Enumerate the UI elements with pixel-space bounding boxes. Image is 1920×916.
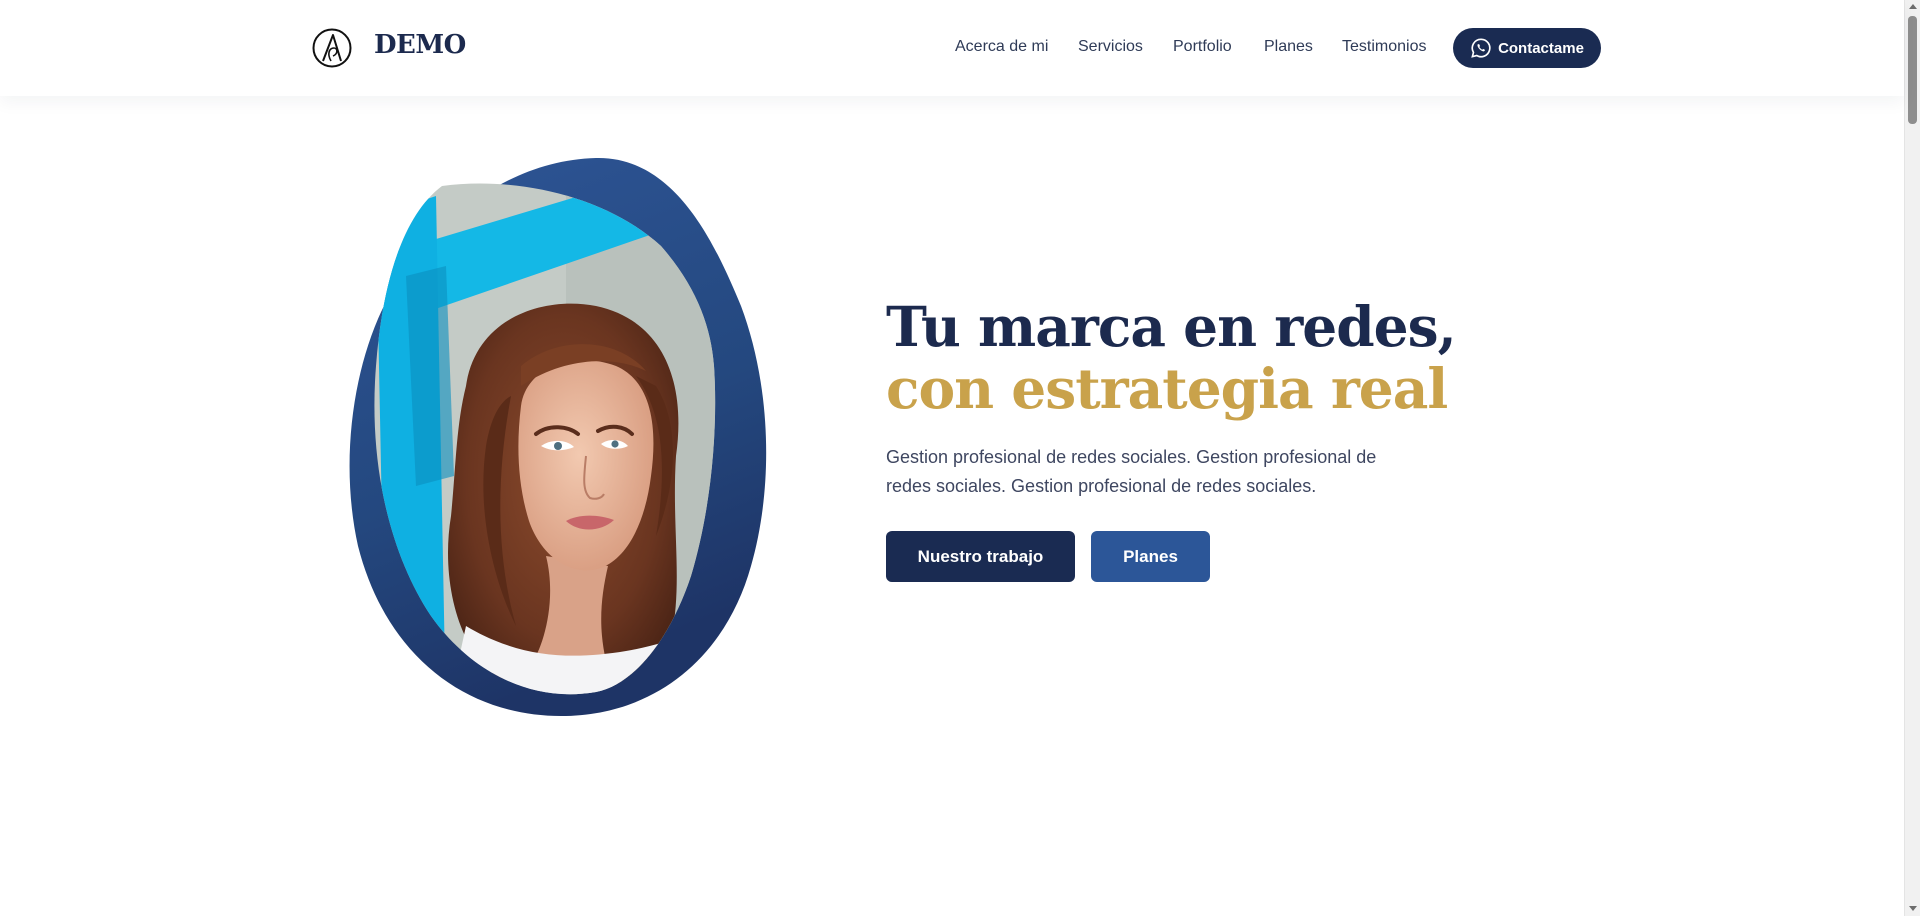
nav-item-servicios[interactable]: Servicios: [1078, 38, 1143, 56]
whatsapp-icon: [1471, 38, 1491, 58]
contact-label: Contactame: [1498, 39, 1584, 57]
nav-item-acerca[interactable]: Acerca de mi: [955, 38, 1048, 56]
contact-button[interactable]: Contactame: [1453, 28, 1601, 68]
scroll-down-icon[interactable]: [1909, 906, 1917, 911]
logo-text[interactable]: DEMO: [374, 30, 466, 60]
scrollbar-thumb[interactable]: [1908, 16, 1917, 124]
hero-headline: Tu marca en redes, con estrategia real: [886, 296, 1506, 420]
vertical-scrollbar[interactable]: [1904, 0, 1920, 916]
hero-portrait-image: [349, 157, 767, 717]
scroll-up-icon[interactable]: [1909, 4, 1917, 9]
logo-icon[interactable]: [312, 28, 352, 68]
headline-accent: con estrategia real: [886, 356, 1448, 421]
headline-dark: Tu marca en redes,: [886, 294, 1457, 359]
page: DEMO Acerca de mi Servicios Portfolio Pl…: [0, 0, 1920, 916]
hero-description: Gestion profesional de redes sociales. G…: [886, 447, 1377, 496]
nav-item-planes[interactable]: Planes: [1264, 38, 1313, 56]
nav-item-testimonios[interactable]: Testimonios: [1342, 38, 1426, 56]
our-work-button[interactable]: Nuestro trabajo: [886, 531, 1075, 582]
nav-item-portfolio[interactable]: Portfolio: [1173, 38, 1232, 56]
site-header: DEMO Acerca de mi Servicios Portfolio Pl…: [0, 0, 1904, 96]
plans-button[interactable]: Planes: [1091, 531, 1210, 582]
